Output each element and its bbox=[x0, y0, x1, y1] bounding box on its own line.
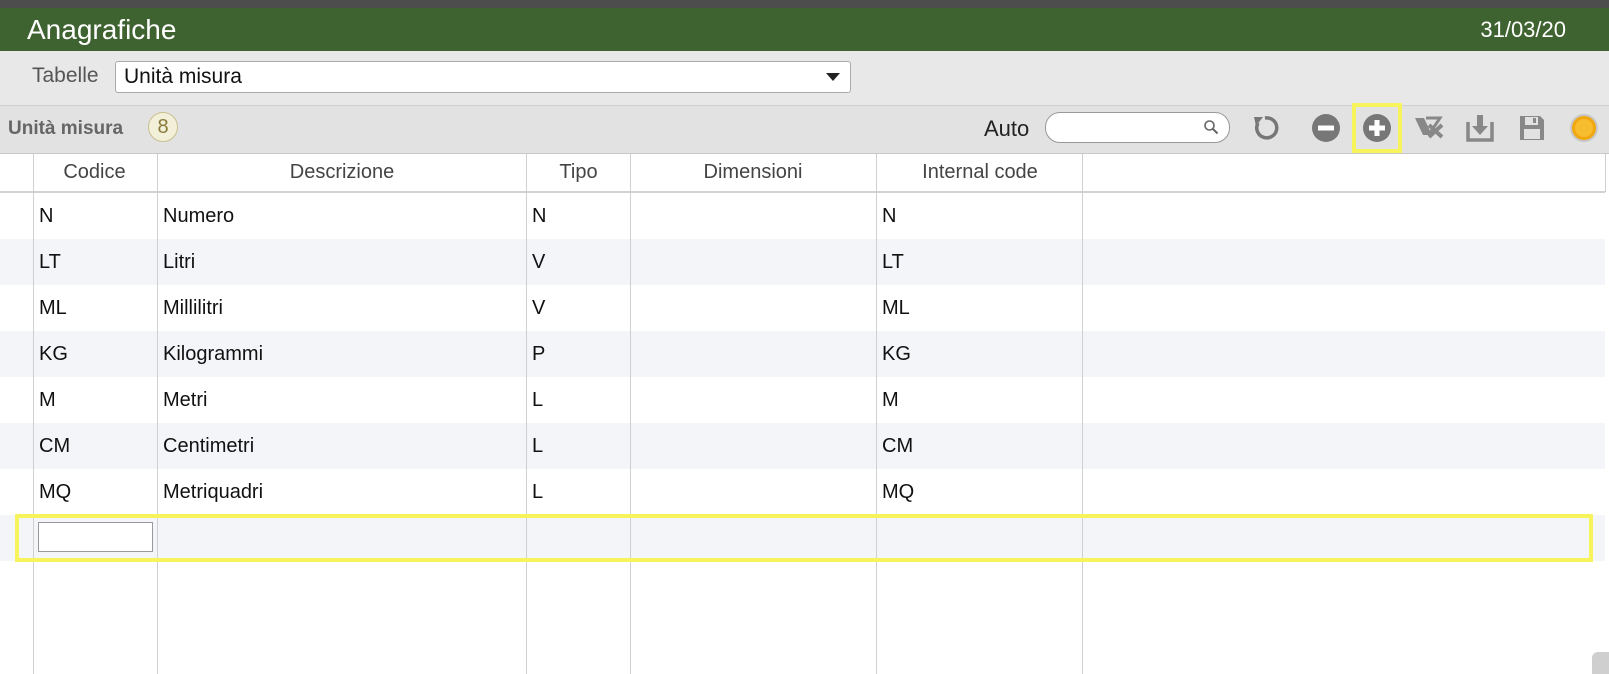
table-row[interactable]: CM Centimetri L CM bbox=[0, 423, 1605, 469]
column-header-tipo[interactable]: Tipo bbox=[527, 154, 630, 191]
search-icon bbox=[1204, 120, 1219, 135]
cell-codice: N bbox=[39, 205, 54, 227]
delete-icon[interactable] bbox=[1410, 110, 1446, 146]
cell-descrizione: Numero bbox=[163, 205, 235, 227]
cell-descrizione: Millilitri bbox=[163, 297, 223, 319]
cell-codice: CM bbox=[39, 435, 71, 457]
status-icon[interactable] bbox=[1566, 110, 1602, 146]
cell-dimensioni bbox=[630, 239, 876, 285]
column-divider bbox=[1605, 154, 1606, 192]
cell-tipo: P bbox=[532, 343, 546, 365]
cell-dimensioni bbox=[630, 423, 876, 469]
search-input[interactable] bbox=[1045, 112, 1230, 143]
cell-internal-code: ML bbox=[882, 297, 910, 319]
current-date: 31/03/20 bbox=[1480, 17, 1566, 42]
cell-internal-code: CM bbox=[882, 435, 914, 457]
cell-internal-code: N bbox=[882, 205, 897, 227]
cell-descrizione: Metri bbox=[163, 389, 208, 411]
column-header-internal-code[interactable]: Internal code bbox=[877, 154, 1083, 191]
table-row[interactable]: LT Litri V LT bbox=[0, 239, 1605, 285]
cell-codice: MQ bbox=[39, 481, 72, 503]
new-row-highlight bbox=[15, 514, 1593, 562]
scrollbar-handle[interactable] bbox=[1592, 652, 1609, 674]
cell-codice: LT bbox=[39, 251, 61, 273]
data-grid: Codice Descrizione Tipo Dimensioni Inter… bbox=[0, 154, 1609, 674]
column-divider bbox=[526, 154, 527, 674]
cell-internal-code: MQ bbox=[882, 481, 915, 503]
app-title: Anagrafiche bbox=[27, 14, 177, 45]
grid-header: Codice Descrizione Tipo Dimensioni Inter… bbox=[0, 154, 1605, 193]
cell-dimensioni bbox=[630, 285, 876, 331]
cell-internal-code: M bbox=[882, 389, 899, 411]
add-button-highlight bbox=[1352, 103, 1402, 153]
app-title-bar: Anagrafiche 31/03/20 bbox=[0, 8, 1609, 51]
cell-dimensioni bbox=[630, 377, 876, 423]
table-selector-bar: Tabelle Unità misura bbox=[0, 51, 1609, 106]
window-top-border bbox=[0, 0, 1609, 8]
table-row[interactable]: N Numero N N bbox=[0, 193, 1605, 239]
cell-dimensioni bbox=[630, 193, 876, 239]
column-header-codice[interactable]: Codice bbox=[34, 154, 155, 191]
table-select-value: Unità misura bbox=[124, 65, 242, 88]
cell-codice: M bbox=[39, 389, 56, 411]
cell-tipo: V bbox=[532, 251, 546, 273]
chevron-down-icon[interactable] bbox=[826, 73, 840, 81]
column-divider bbox=[630, 154, 631, 674]
cell-tipo: N bbox=[532, 205, 547, 227]
cell-descrizione: Litri bbox=[163, 251, 196, 273]
table-row[interactable]: MQ Metriquadri L MQ bbox=[0, 469, 1605, 515]
cell-tipo: L bbox=[532, 435, 544, 457]
cell-internal-code: LT bbox=[882, 251, 904, 273]
column-header-dimensioni[interactable]: Dimensioni bbox=[630, 154, 876, 191]
column-divider bbox=[33, 154, 34, 674]
section-title: Unità misura bbox=[8, 118, 124, 139]
table-selector-label: Tabelle bbox=[32, 64, 99, 87]
table-row[interactable]: M Metri L M bbox=[0, 377, 1605, 423]
cell-descrizione: Kilogrammi bbox=[163, 343, 264, 365]
search-label: Auto bbox=[984, 116, 1030, 141]
column-divider bbox=[1082, 154, 1083, 674]
cell-descrizione: Centimetri bbox=[163, 435, 255, 457]
cell-tipo: L bbox=[532, 389, 544, 411]
record-count-badge: 8 bbox=[148, 112, 178, 142]
column-header-descrizione[interactable]: Descrizione bbox=[158, 154, 526, 191]
table-select-dropdown[interactable]: Unità misura bbox=[115, 61, 851, 93]
cell-descrizione: Metriquadri bbox=[163, 481, 264, 503]
cell-codice: KG bbox=[39, 343, 68, 365]
cell-dimensioni bbox=[630, 469, 876, 515]
table-row[interactable]: KG Kilogrammi P KG bbox=[0, 331, 1605, 377]
cell-tipo: V bbox=[532, 297, 546, 319]
column-divider bbox=[876, 154, 877, 674]
column-divider bbox=[157, 154, 158, 674]
table-row[interactable]: ML Millilitri V ML bbox=[0, 285, 1605, 331]
download-icon[interactable] bbox=[1462, 110, 1498, 146]
cell-internal-code: KG bbox=[882, 343, 911, 365]
cell-codice: ML bbox=[39, 297, 67, 319]
cell-dimensioni bbox=[630, 331, 876, 377]
cell-tipo: L bbox=[532, 481, 544, 503]
save-icon[interactable] bbox=[1514, 110, 1550, 146]
remove-icon[interactable] bbox=[1308, 110, 1344, 146]
refresh-icon[interactable] bbox=[1247, 110, 1283, 146]
